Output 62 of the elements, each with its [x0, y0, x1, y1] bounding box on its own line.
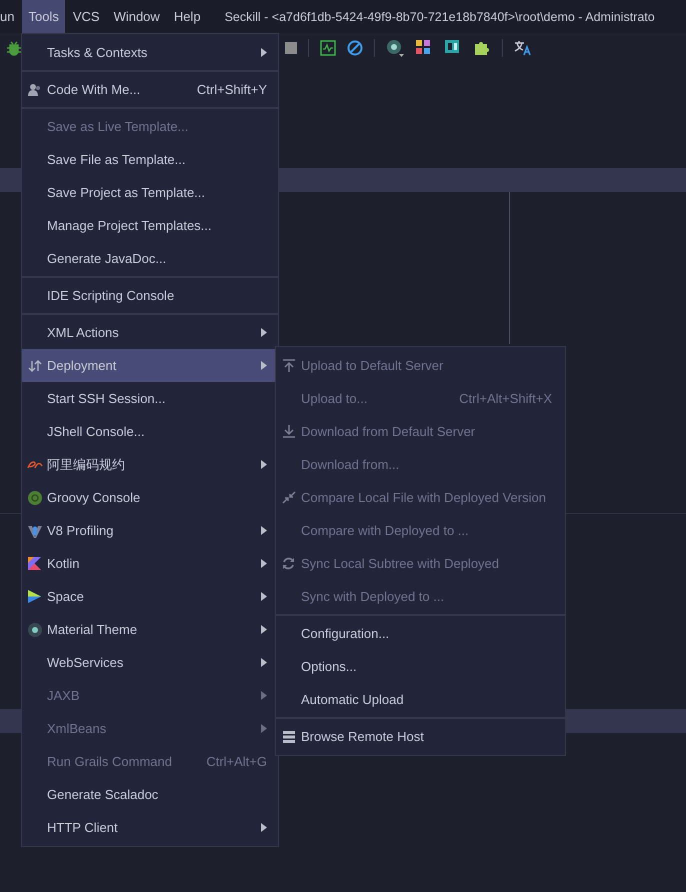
groovy-icon — [28, 490, 42, 504]
menu-item[interactable]: Save Project as Template... — [22, 176, 278, 209]
menu-item[interactable]: Start SSH Session... — [22, 382, 278, 415]
menu-item[interactable]: Browse Remote Host — [276, 720, 565, 753]
menu-item[interactable]: Kotlin — [22, 547, 278, 580]
menu-item[interactable]: 阿里编码规约 — [22, 448, 278, 481]
menu-bar-item[interactable]: VCS — [66, 0, 106, 33]
cloud-logo-icon — [26, 460, 42, 470]
menu-item[interactable]: Material Theme — [22, 613, 278, 646]
menu-item[interactable]: WebServices — [22, 646, 278, 679]
menu-item[interactable]: Options... — [276, 650, 565, 683]
space-icon — [27, 589, 42, 604]
submenu-arrow-icon — [261, 592, 267, 601]
menu-item[interactable]: Space — [22, 580, 278, 613]
menu-bar-item[interactable]: Window — [108, 0, 166, 33]
menu-item[interactable]: JShell Console... — [22, 415, 278, 448]
upload-icon — [282, 359, 294, 372]
menu-item[interactable]: HTTP Client — [22, 811, 278, 844]
menu-item[interactable]: IDE Scripting Console — [22, 279, 278, 312]
menu-item[interactable]: Generate JavaDoc... — [22, 242, 278, 275]
menu-item[interactable]: Tasks & Contexts — [22, 36, 278, 69]
menu-item[interactable]: V8 Profiling — [22, 514, 278, 547]
submenu-arrow-icon — [261, 724, 267, 733]
submenu-arrow-icon — [261, 526, 267, 535]
submenu-arrow-icon — [261, 625, 267, 634]
kotlin-icon — [28, 557, 41, 570]
menu-item[interactable]: Groovy Console — [22, 481, 278, 514]
menu-item[interactable]: Generate Scaladoc — [22, 778, 278, 811]
menu-item[interactable]: Save File as Template... — [22, 143, 278, 176]
submenu-arrow-icon — [261, 658, 267, 667]
sync-icon — [282, 557, 295, 570]
person-icon — [28, 82, 42, 96]
submenu-arrow-icon — [261, 691, 267, 700]
bug-icon[interactable] — [7, 40, 21, 56]
coverage-icon[interactable] — [386, 39, 404, 57]
window-title: Seckill - <a7d6f1db-5424-49f9-8b70-721e18b7840f>\root\demo - Administrato — [224, 10, 655, 24]
submenu-arrow-icon — [261, 823, 267, 832]
menu-item[interactable]: Deployment — [22, 349, 278, 382]
compare-arrows-icon — [282, 491, 296, 504]
submenu-arrow-icon — [261, 328, 267, 337]
swap-arrows-icon — [28, 358, 42, 372]
submenu-arrow-icon — [261, 460, 267, 469]
menu-bar-item[interactable]: Help — [168, 0, 207, 33]
menu-item[interactable]: Code With Me... Ctrl+Shift+Y — [22, 73, 278, 106]
pulse-icon[interactable] — [320, 40, 336, 56]
submenu-arrow-icon — [261, 48, 267, 57]
translate-icon[interactable] — [514, 40, 532, 56]
submenu-arrow-icon — [261, 361, 267, 370]
puzzle-icon[interactable] — [473, 39, 491, 57]
menu-item[interactable]: Automatic Upload — [276, 683, 565, 716]
server-list-icon — [282, 730, 294, 742]
submenu-arrow-icon — [261, 559, 267, 568]
block-icon[interactable] — [347, 40, 363, 56]
material-theme-icon — [28, 622, 42, 636]
menu-item[interactable]: Configuration... — [276, 617, 565, 650]
menu-item[interactable]: Manage Project Templates... — [22, 209, 278, 242]
download-icon — [282, 425, 294, 438]
menu-item[interactable]: XML Actions — [22, 316, 278, 349]
menu-bar-item[interactable]: Tools — [22, 0, 65, 33]
blocks-icon[interactable] — [415, 39, 433, 57]
menu-bar-item[interactable]: un — [0, 0, 20, 33]
v8-icon — [28, 524, 42, 538]
